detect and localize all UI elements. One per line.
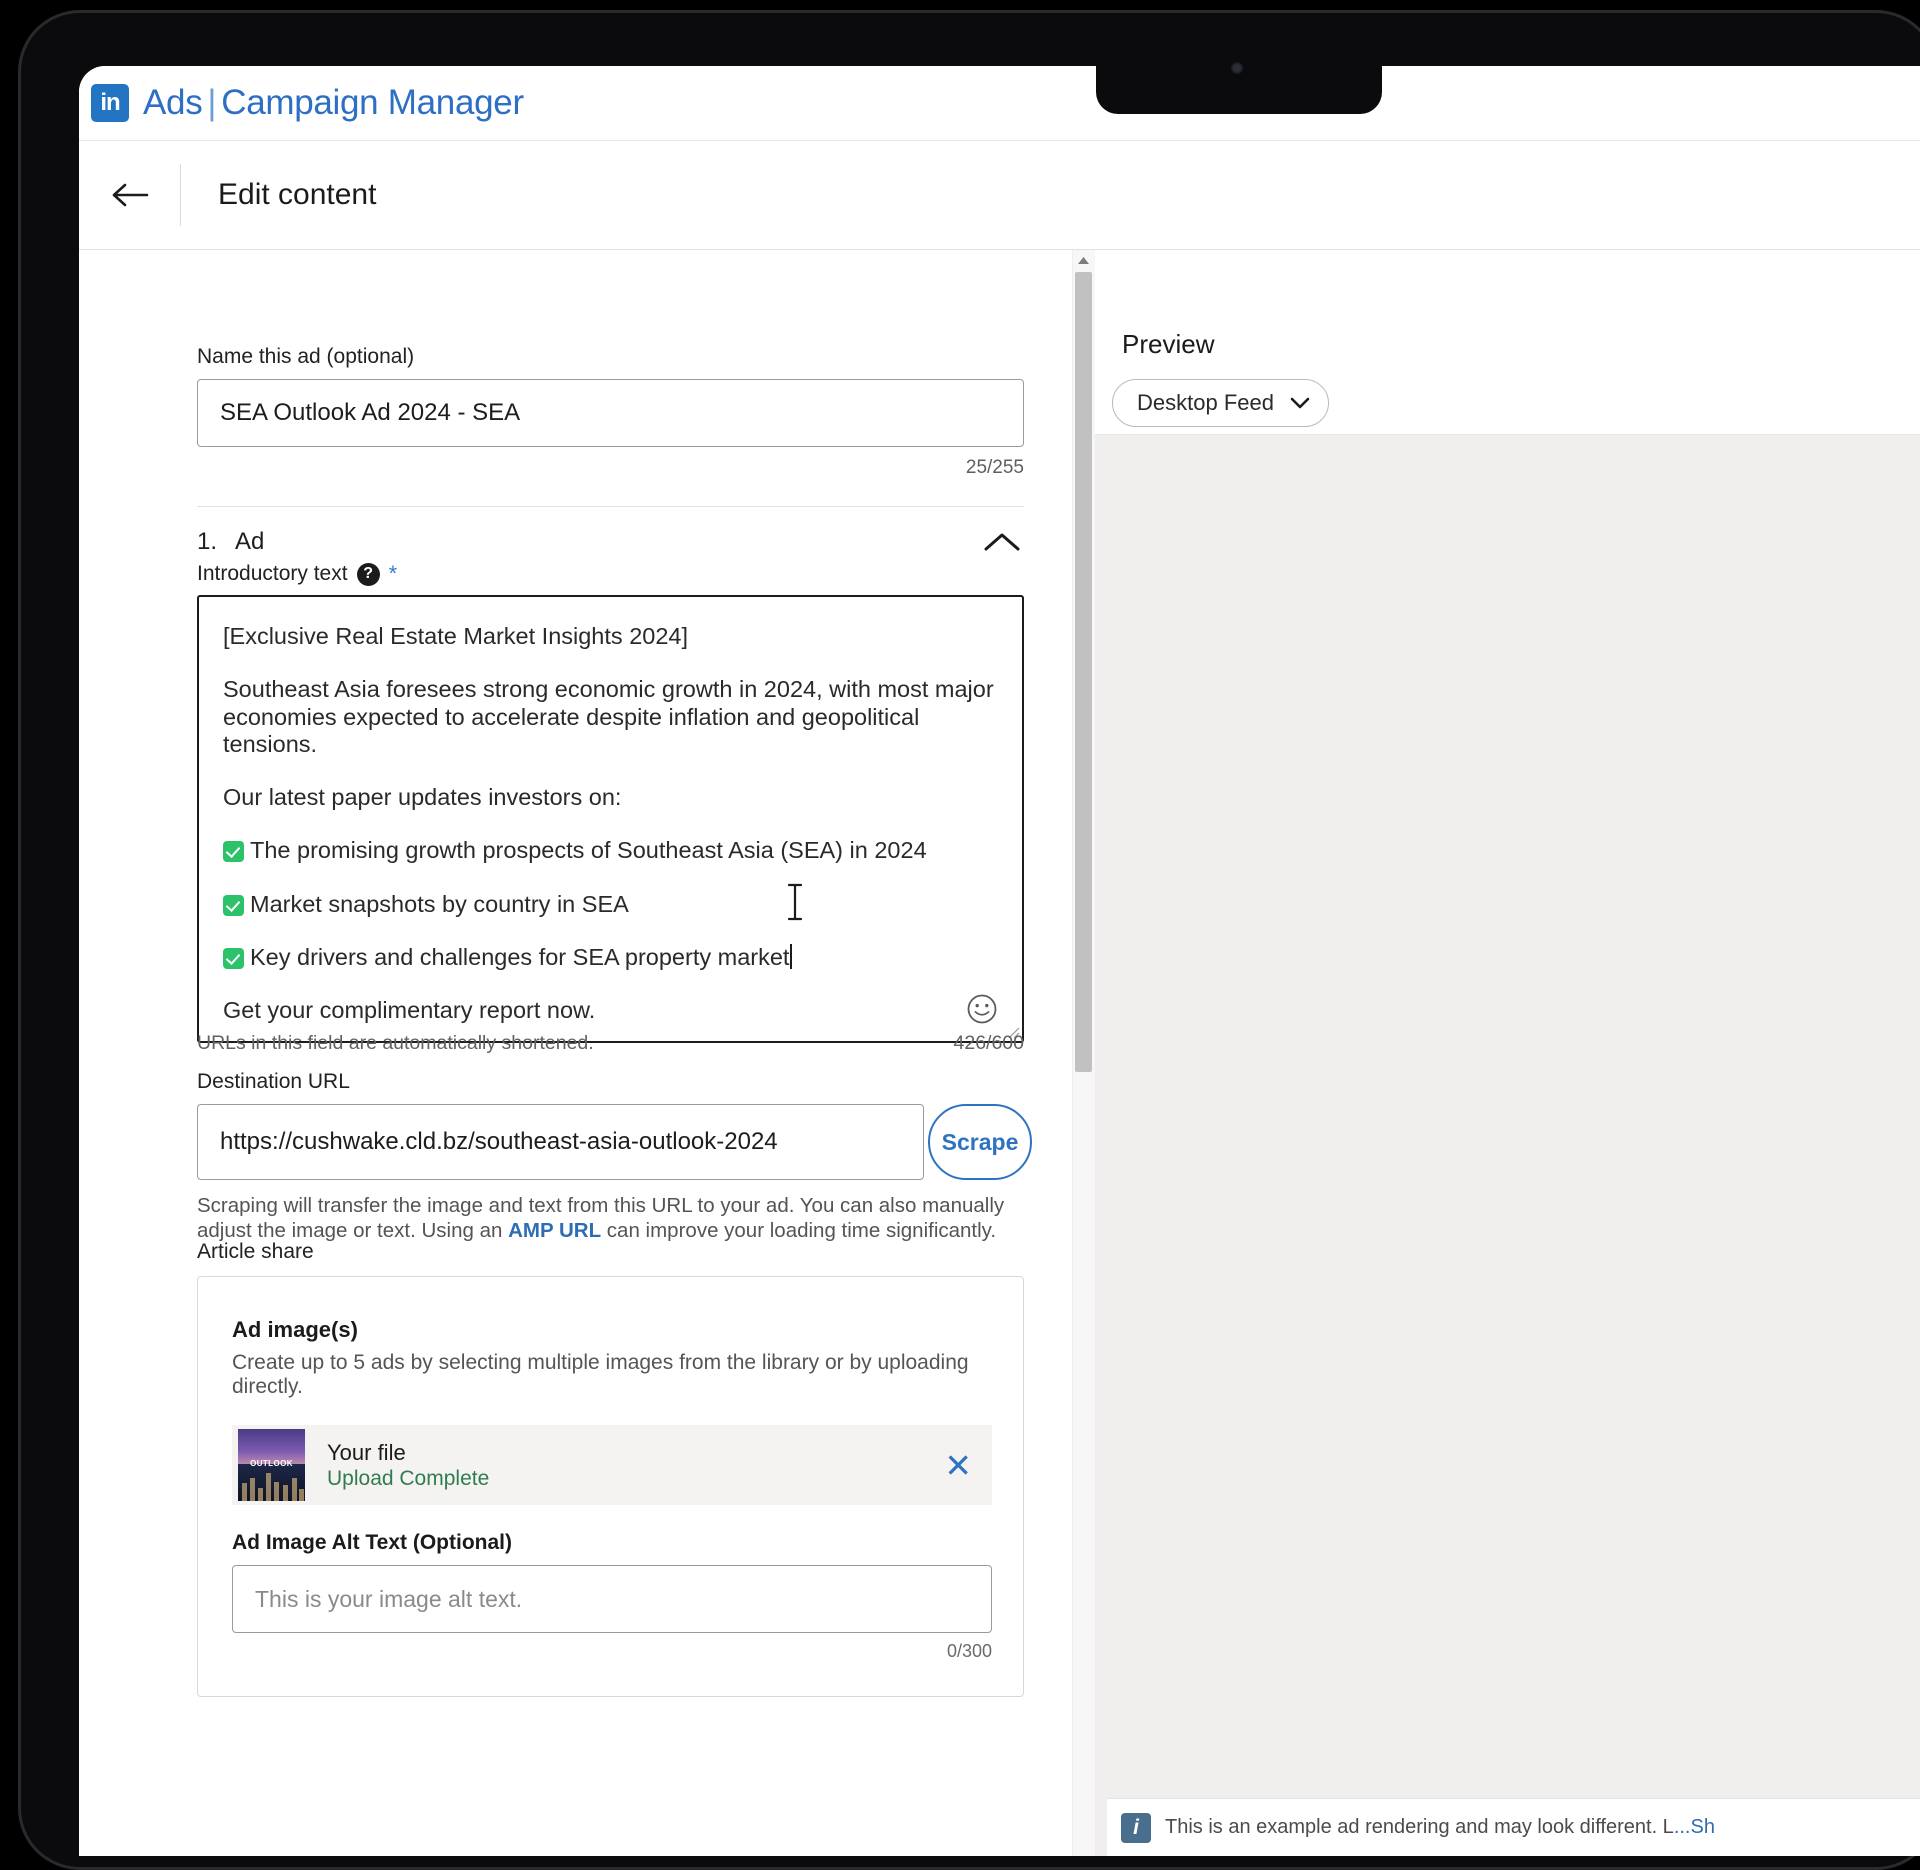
intro-checklist-text: The promising growth prospects of Southe… [250,837,927,864]
smiley-face-icon[interactable] [966,993,998,1025]
check-mark-icon [223,947,244,969]
uploaded-file-row: OUTLOOK Your file Upload Complete ✕ [232,1425,992,1505]
preview-canvas: i This is an example ad rendering and ma… [1095,434,1920,1856]
preview-disclaimer-text: This is an example ad rendering and may … [1165,1816,1715,1839]
name-ad-input[interactable] [197,379,1024,447]
preview-disclaimer: i This is an example ad rendering and ma… [1107,1798,1920,1856]
check-mark-icon [223,894,244,916]
intro-paragraph-2: Our latest paper updates investors on: [223,784,622,810]
chevron-up-icon [984,533,1020,551]
info-icon: i [1121,1812,1151,1843]
page-title: Edit content [218,178,377,211]
preview-panel: Preview Desktop Feed i This is an exampl… [1095,250,1920,1856]
introductory-text-footer: URLs in this field are automatically sho… [197,1032,1024,1055]
brand-separator: | [207,83,217,122]
intro-checklist-item: Key drivers and challenges for SEA prope… [223,943,998,971]
screen: in Ads | Campaign Manager Edit content Nam… [79,66,1920,1856]
destination-url-label: Destination URL [197,1070,350,1093]
name-ad-label: Name this ad (optional) [197,345,415,368]
close-icon[interactable]: ✕ [944,1449,972,1482]
ad-images-description: Create up to 5 ads by selecting multiple… [232,1351,969,1398]
destination-url-help-text: Scraping will transfer the image and tex… [197,1194,1024,1243]
ad-section-label: Ad [235,528,265,555]
preview-device-select[interactable]: Desktop Feed [1112,379,1329,427]
name-ad-field-group: Name this ad (optional) 25/255 [197,345,1024,507]
brand-title: Ads | Campaign Manager [143,83,524,123]
article-share-card: Ad image(s) Create up to 5 ads by select… [197,1276,1024,1697]
scrape-button[interactable]: Scrape [928,1104,1032,1180]
introductory-text-group: Introductory text ? * [Exclusive Real Es… [197,562,1024,1043]
file-name-label: Your file [327,1439,406,1465]
upload-status-label: Upload Complete [327,1466,490,1490]
triangle-up-icon [1078,256,1089,264]
linkedin-logo-icon: in [91,84,129,122]
article-share-group: Article share Ad image(s) Create up to 5… [197,1240,1024,1697]
intro-paragraph-1: Southeast Asia foresees strong economic … [223,676,994,757]
scroll-up-button[interactable] [1072,250,1095,270]
destination-url-group: Destination URL Scrape Scraping will tra… [197,1070,1032,1243]
required-asterisk: * [388,561,398,586]
article-share-label: Article share [197,1240,314,1263]
help-text-part2: can improve your loading time significan… [601,1218,997,1242]
form-scrollbar[interactable] [1072,250,1095,1856]
ad-images-label: Ad image(s) [232,1317,358,1342]
smiley-face-glyph [967,994,997,1024]
alt-text-input[interactable] [232,1565,992,1633]
introductory-text-label-row: Introductory text ? * [197,562,1024,586]
file-thumbnail-image: OUTLOOK [238,1429,305,1501]
intro-closing-text: Get your complimentary report now. [223,997,596,1023]
arrow-left-icon [112,183,149,207]
alt-text-counter: 0/300 [946,1641,992,1661]
intro-checklist-item: The promising growth prospects of Southe… [223,837,998,864]
destination-url-row: Scrape [197,1104,1032,1180]
section-divider [197,506,1024,507]
introductory-text-counter: 426/600 [953,1032,1025,1054]
back-button[interactable] [104,168,158,222]
scrollbar-thumb[interactable] [1075,272,1092,1072]
introductory-text-content: [Exclusive Real Estate Market Insights 2… [199,597,1022,1024]
amp-url-link[interactable]: AMP URL [508,1219,601,1242]
name-ad-counter: 25/255 [965,457,1024,478]
preview-title: Preview [1122,329,1215,359]
page-titlebar: Edit content [79,141,1920,249]
edit-content-form: Name this ad (optional) 25/255 1. Ad Int… [79,250,1072,1856]
file-meta: Your file Upload Complete [327,1440,489,1491]
device-frame: in Ads | Campaign Manager Edit content Nam… [0,0,1920,1870]
destination-url-input[interactable] [197,1104,924,1180]
intro-paragraph-0: [Exclusive Real Estate Market Insights 2… [223,623,688,649]
ad-section-number: 1. [197,528,218,555]
chevron-down-icon [1290,397,1310,409]
collapse-section-button[interactable] [980,520,1024,564]
intro-checklist-text: Key drivers and challenges for SEA prope… [250,943,790,970]
intro-checklist-item: Market snapshots by country in SEA [223,891,998,918]
app-header: in Ads | Campaign Manager [79,66,1920,140]
title-divider [180,164,181,226]
brand-campaign-manager-label: Campaign Manager [221,83,524,122]
question-mark-icon[interactable]: ? [356,562,380,586]
thumbnail-caption: OUTLOOK [250,1459,293,1469]
text-caret [790,943,793,969]
introductory-text-textarea[interactable]: [Exclusive Real Estate Market Insights 2… [197,595,1024,1043]
alt-text-label: Ad Image Alt Text (Optional) [232,1531,513,1554]
url-shorten-hint: URLs in this field are automatically sho… [197,1032,594,1054]
brand-ads-label: Ads [143,83,203,122]
introductory-text-label: Introductory text [197,562,348,585]
camera-icon [1231,62,1243,74]
intro-checklist-text: Market snapshots by country in SEA [250,890,629,917]
preview-device-value: Desktop Feed [1137,390,1274,415]
check-mark-icon [223,841,244,863]
